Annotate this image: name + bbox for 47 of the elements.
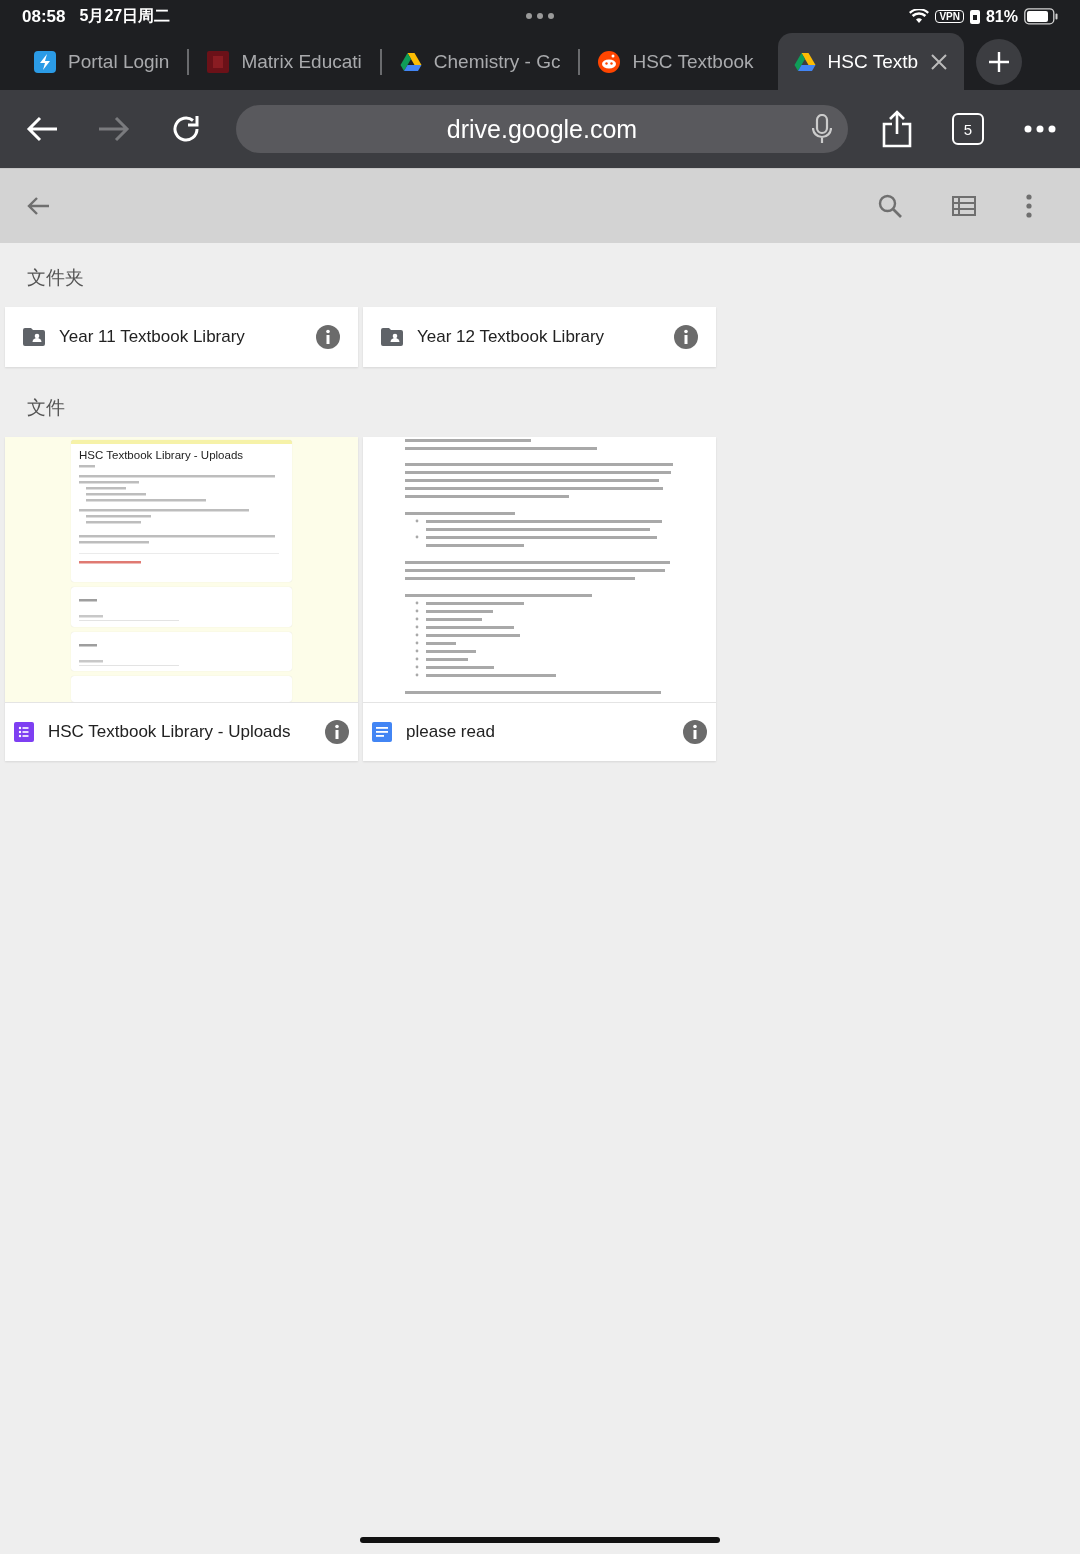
browser-tab[interactable]: HSC Textb bbox=[777, 33, 965, 90]
list-view-icon[interactable] bbox=[952, 196, 976, 216]
form-icon bbox=[14, 722, 34, 742]
lock-icon bbox=[969, 9, 980, 24]
folder-card[interactable]: Year 12 Textbook Library bbox=[363, 307, 716, 367]
address-bar[interactable]: drive.google.com bbox=[236, 105, 848, 153]
triangle-logo-icon bbox=[793, 51, 816, 72]
wifi-icon bbox=[909, 9, 930, 24]
browser-tab[interactable]: HSC Textbook bbox=[586, 33, 766, 90]
alien-logo-icon bbox=[598, 50, 621, 73]
microphone-icon[interactable] bbox=[812, 114, 832, 144]
info-icon[interactable] bbox=[325, 720, 349, 744]
status-date: 5月27日周二 bbox=[79, 6, 171, 26]
search-icon[interactable] bbox=[878, 194, 902, 218]
status-time: 08:58 bbox=[22, 6, 66, 27]
close-icon[interactable] bbox=[930, 52, 949, 71]
file-card[interactable]: please read bbox=[363, 437, 716, 761]
plus-icon bbox=[988, 50, 1011, 73]
browser-tab[interactable]: Portal Login bbox=[22, 33, 182, 90]
vpn-badge: VPN bbox=[935, 10, 964, 23]
shared-folder-icon bbox=[381, 328, 403, 346]
info-icon[interactable] bbox=[674, 325, 698, 349]
form-title: HSC Textbook Library - Uploads bbox=[79, 449, 245, 461]
lightning-logo-icon bbox=[34, 50, 56, 73]
more-icon[interactable] bbox=[1024, 125, 1056, 133]
battery-icon bbox=[1024, 8, 1058, 25]
folder-card[interactable]: Year 11 Textbook Library bbox=[5, 307, 358, 367]
triangle-logo-icon bbox=[399, 51, 422, 72]
share-icon[interactable] bbox=[882, 110, 912, 148]
section-heading: 文件夹 bbox=[26, 266, 85, 290]
document-icon bbox=[372, 722, 392, 742]
tab-count-button[interactable]: 5 bbox=[952, 113, 984, 145]
folder-name: Year 11 Textbook Library bbox=[59, 327, 245, 347]
browser-tab[interactable]: Matrix Educati bbox=[195, 33, 374, 90]
folder-name: Year 12 Textbook Library bbox=[417, 327, 605, 347]
section-heading: 文件 bbox=[26, 396, 66, 420]
multitask-dots-icon[interactable] bbox=[525, 12, 555, 20]
info-icon[interactable] bbox=[316, 325, 340, 349]
shared-folder-icon bbox=[23, 328, 45, 346]
kebab-menu-icon[interactable] bbox=[1026, 194, 1032, 218]
file-name: please read bbox=[406, 722, 495, 742]
file-card[interactable]: HSC Textbook Library - Uploads HSC Textbook Library - Uploads bbox=[5, 437, 358, 761]
square-logo-icon bbox=[207, 50, 230, 73]
info-icon[interactable] bbox=[683, 720, 707, 744]
battery-percent: 81% bbox=[985, 7, 1018, 26]
browser-tab[interactable]: Chemistry - Gc bbox=[387, 33, 573, 90]
file-name: HSC Textbook Library - Uploads bbox=[48, 722, 291, 742]
